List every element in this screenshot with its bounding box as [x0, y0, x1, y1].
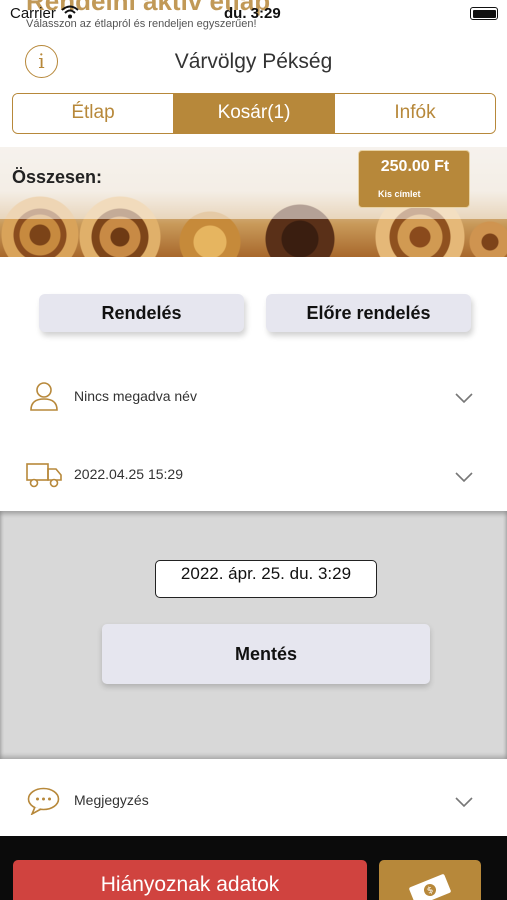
cash-icon: $ — [409, 874, 451, 900]
total-price: 250.00 Ft — [380, 158, 450, 175]
chat-bubble-icon — [27, 787, 60, 815]
note-row-label: Megjegyzés — [74, 792, 149, 808]
page-title: Várvölgy Pékség — [174, 50, 333, 73]
order-button[interactable]: Rendelés — [39, 294, 244, 332]
person-icon — [30, 382, 58, 411]
wifi-icon — [61, 5, 79, 19]
tab-info[interactable]: Infók — [334, 94, 495, 133]
clock: du. 3:29 — [224, 5, 281, 22]
chevron-down-icon — [455, 797, 473, 808]
battery-icon — [470, 7, 498, 20]
screen: { "background_banner": { "title": "Rende… — [0, 0, 507, 900]
price-badge: 250.00 Ft Kis címlet — [358, 150, 470, 208]
datetime-picker-field[interactable]: 2022. ápr. 25. du. 3:29 — [155, 560, 377, 598]
truck-icon — [26, 463, 62, 488]
chevron-down-icon — [455, 393, 473, 404]
tab-cart[interactable]: Kosár(1) — [173, 94, 334, 133]
status-bar: Carrier du. 3:29 — [0, 0, 507, 30]
carrier-label: Carrier — [10, 5, 56, 22]
delivery-time-label: 2022.04.25 15:29 — [74, 466, 183, 482]
segmented-tabs: Étlap Kosár(1) Infók — [12, 93, 496, 134]
save-button[interactable]: Mentés — [102, 624, 430, 684]
preorder-button[interactable]: Előre rendelés — [266, 294, 471, 332]
missing-data-button[interactable]: Hiányoznak adatok — [13, 860, 367, 900]
chevron-down-icon — [455, 472, 473, 483]
name-row-label: Nincs megadva név — [74, 388, 197, 404]
tab-menu[interactable]: Étlap — [13, 94, 173, 133]
pay-button[interactable]: $ — [379, 860, 481, 900]
total-label: Összesen: — [12, 167, 103, 187]
price-note: Kis címlet — [378, 189, 421, 199]
